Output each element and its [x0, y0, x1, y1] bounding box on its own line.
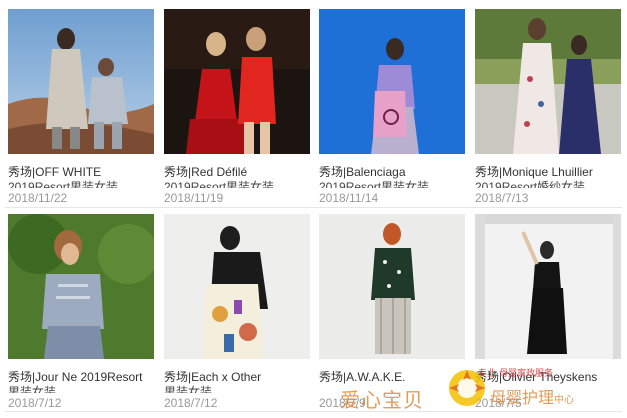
show-thumbnail[interactable] — [8, 9, 154, 154]
show-title[interactable]: 秀场|Red Défilé — [164, 164, 314, 180]
show-title[interactable]: 秀场|Olivier Theyskens — [475, 369, 625, 385]
show-thumbnail[interactable] — [8, 214, 154, 359]
runway-photo — [8, 214, 154, 359]
show-title[interactable]: 秀场|Each x Other — [164, 369, 314, 385]
runway-photo — [164, 214, 310, 359]
show-date: 2018/7/9 — [319, 396, 366, 410]
show-date: 2018/11/19 — [164, 191, 224, 205]
show-date: 2018/11/22 — [8, 191, 68, 205]
runway-photo — [8, 9, 154, 154]
row-divider — [5, 411, 622, 412]
show-date: 2018/7/13 — [475, 191, 529, 205]
show-title[interactable]: 秀场|Balenciaga — [319, 164, 469, 180]
show-title[interactable]: 秀场|Monique Lhuillier — [475, 164, 625, 180]
runway-photo — [319, 214, 465, 359]
show-thumbnail[interactable] — [319, 214, 465, 359]
show-thumbnail[interactable] — [319, 9, 465, 154]
runway-photo — [475, 9, 621, 154]
show-date: 2018/7/5 — [475, 396, 522, 410]
show-subtitle: 2019Resort男装女装 — [8, 180, 119, 188]
show-subtitle: 男装女装 — [8, 385, 57, 393]
runway-photo — [164, 9, 310, 154]
show-thumbnail[interactable] — [164, 9, 310, 154]
show-title[interactable]: 秀场|Jour Ne 2019Resort — [8, 369, 158, 385]
show-thumbnail[interactable] — [475, 214, 621, 359]
show-thumbnail[interactable] — [475, 9, 621, 154]
show-subtitle: 2019Resort男装女装 — [164, 180, 275, 188]
show-subtitle: 2019Resort男装女装 — [319, 180, 430, 188]
fashion-show-grid: 秀场|OFF WHITE 2019Resort男装女装 2018/11/22 秀… — [0, 0, 627, 418]
show-subtitle: 男装女装 — [164, 385, 213, 393]
row-divider — [5, 207, 622, 208]
show-title[interactable]: 秀场|OFF WHITE — [8, 164, 158, 180]
show-thumbnail[interactable] — [164, 214, 310, 359]
show-date: 2018/7/12 — [8, 396, 62, 410]
show-title[interactable]: 秀场|A.W.A.K.E. — [319, 369, 469, 385]
runway-photo — [319, 9, 465, 154]
show-date: 2018/11/14 — [319, 191, 379, 205]
runway-photo — [475, 214, 621, 359]
show-subtitle: 2019Resort婚纱女装 — [475, 180, 586, 188]
show-date: 2018/7/12 — [164, 396, 218, 410]
show-subtitle — [319, 384, 465, 393]
show-subtitle — [475, 384, 621, 393]
